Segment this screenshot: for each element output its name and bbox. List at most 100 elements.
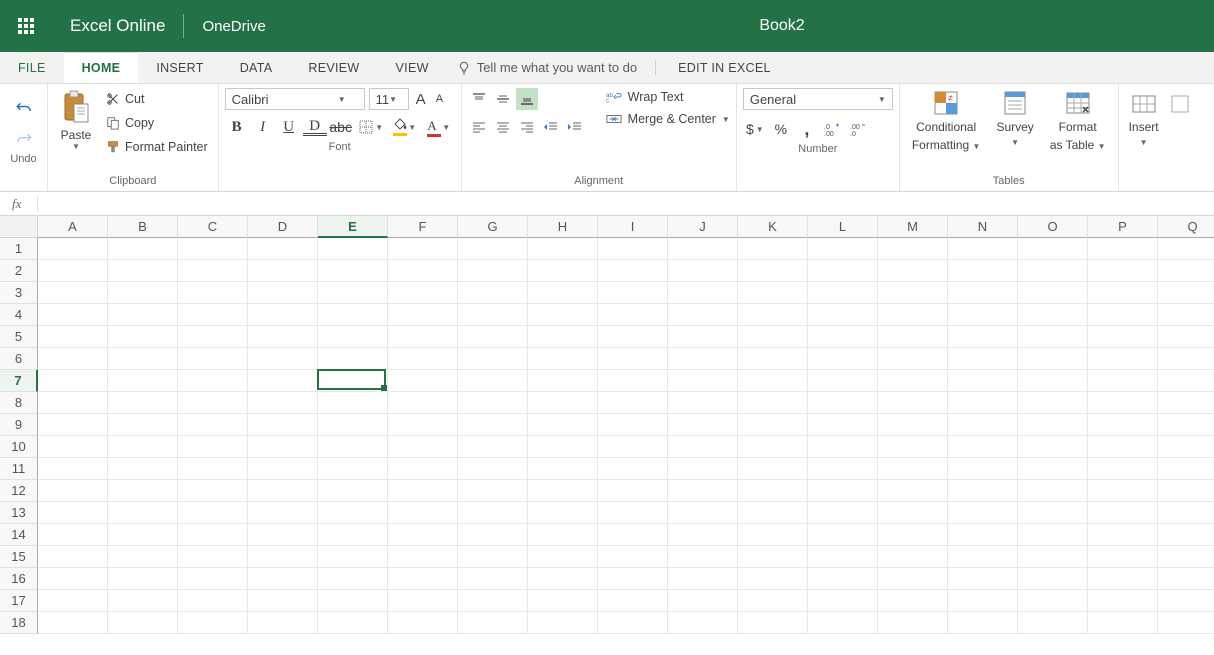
cell[interactable] <box>1088 590 1158 612</box>
cell[interactable] <box>1088 524 1158 546</box>
cell[interactable] <box>528 458 598 480</box>
cell[interactable] <box>458 502 528 524</box>
font-name-select[interactable]: Calibri ▼ <box>225 88 365 110</box>
cell[interactable] <box>878 436 948 458</box>
cell[interactable] <box>108 260 178 282</box>
cell[interactable] <box>458 524 528 546</box>
cell[interactable] <box>458 260 528 282</box>
cell[interactable] <box>1158 370 1214 392</box>
cell[interactable] <box>1018 436 1088 458</box>
cell[interactable] <box>878 590 948 612</box>
cell[interactable] <box>948 546 1018 568</box>
cell[interactable] <box>318 590 388 612</box>
cell[interactable] <box>668 612 738 634</box>
column-header[interactable]: C <box>178 216 248 238</box>
cell[interactable] <box>1018 590 1088 612</box>
align-center-button[interactable] <box>492 116 514 138</box>
cell[interactable] <box>38 238 108 260</box>
column-header[interactable]: K <box>738 216 808 238</box>
cell[interactable] <box>598 392 668 414</box>
cell[interactable] <box>668 348 738 370</box>
cell[interactable] <box>1018 568 1088 590</box>
cell[interactable] <box>388 480 458 502</box>
cell[interactable] <box>668 326 738 348</box>
cell[interactable] <box>948 282 1018 304</box>
cell[interactable] <box>108 458 178 480</box>
cell[interactable] <box>808 348 878 370</box>
percent-button[interactable]: % <box>769 118 793 140</box>
row-header[interactable]: 18 <box>0 612 38 634</box>
cell[interactable] <box>598 370 668 392</box>
row-header[interactable]: 8 <box>0 392 38 414</box>
cell[interactable] <box>948 480 1018 502</box>
cell[interactable] <box>598 612 668 634</box>
cell[interactable] <box>318 414 388 436</box>
decrease-indent-button[interactable] <box>540 116 562 138</box>
cell[interactable] <box>528 260 598 282</box>
cell[interactable] <box>388 414 458 436</box>
cell[interactable] <box>948 414 1018 436</box>
cell[interactable] <box>1158 502 1214 524</box>
cell[interactable] <box>38 436 108 458</box>
cell[interactable] <box>248 238 318 260</box>
cell[interactable] <box>948 326 1018 348</box>
column-header[interactable]: M <box>878 216 948 238</box>
formula-input[interactable] <box>38 192 1214 215</box>
cell[interactable] <box>528 282 598 304</box>
cell[interactable] <box>808 590 878 612</box>
delete-cells-button[interactable] <box>1167 88 1193 116</box>
cell[interactable] <box>878 458 948 480</box>
column-header[interactable]: G <box>458 216 528 238</box>
cell[interactable] <box>108 568 178 590</box>
cell[interactable] <box>178 260 248 282</box>
cell[interactable] <box>1088 612 1158 634</box>
cell[interactable] <box>808 370 878 392</box>
cell[interactable] <box>388 260 458 282</box>
cell[interactable] <box>38 304 108 326</box>
cell[interactable] <box>948 590 1018 612</box>
align-top-button[interactable] <box>468 88 490 110</box>
row-header[interactable]: 4 <box>0 304 38 326</box>
cell[interactable] <box>108 304 178 326</box>
cell[interactable] <box>1158 260 1214 282</box>
cell[interactable] <box>808 480 878 502</box>
cell[interactable] <box>38 568 108 590</box>
cell[interactable] <box>738 524 808 546</box>
cell[interactable] <box>388 238 458 260</box>
cell[interactable] <box>458 568 528 590</box>
cell[interactable] <box>108 502 178 524</box>
cell[interactable] <box>668 414 738 436</box>
cell[interactable] <box>878 326 948 348</box>
cell[interactable] <box>458 392 528 414</box>
cell[interactable] <box>248 502 318 524</box>
cell[interactable] <box>878 370 948 392</box>
cell[interactable] <box>318 546 388 568</box>
cell[interactable] <box>318 568 388 590</box>
cell[interactable] <box>528 326 598 348</box>
cell[interactable] <box>388 282 458 304</box>
cell[interactable] <box>738 480 808 502</box>
cell[interactable] <box>108 612 178 634</box>
cell[interactable] <box>458 414 528 436</box>
row-header[interactable]: 11 <box>0 458 38 480</box>
row-header[interactable]: 13 <box>0 502 38 524</box>
cell[interactable] <box>668 392 738 414</box>
cell[interactable] <box>738 436 808 458</box>
cell[interactable] <box>1158 590 1214 612</box>
cell[interactable] <box>948 370 1018 392</box>
cell[interactable] <box>248 326 318 348</box>
cell[interactable] <box>1088 414 1158 436</box>
cell[interactable] <box>948 524 1018 546</box>
cell[interactable] <box>1018 414 1088 436</box>
cell[interactable] <box>668 480 738 502</box>
cell[interactable] <box>388 370 458 392</box>
cell[interactable] <box>388 304 458 326</box>
cell[interactable] <box>808 414 878 436</box>
cell[interactable] <box>458 612 528 634</box>
cell[interactable] <box>528 238 598 260</box>
tab-data[interactable]: DATA <box>222 52 291 83</box>
cell[interactable] <box>1018 348 1088 370</box>
cell[interactable] <box>738 348 808 370</box>
cell[interactable] <box>38 282 108 304</box>
cell[interactable] <box>528 590 598 612</box>
